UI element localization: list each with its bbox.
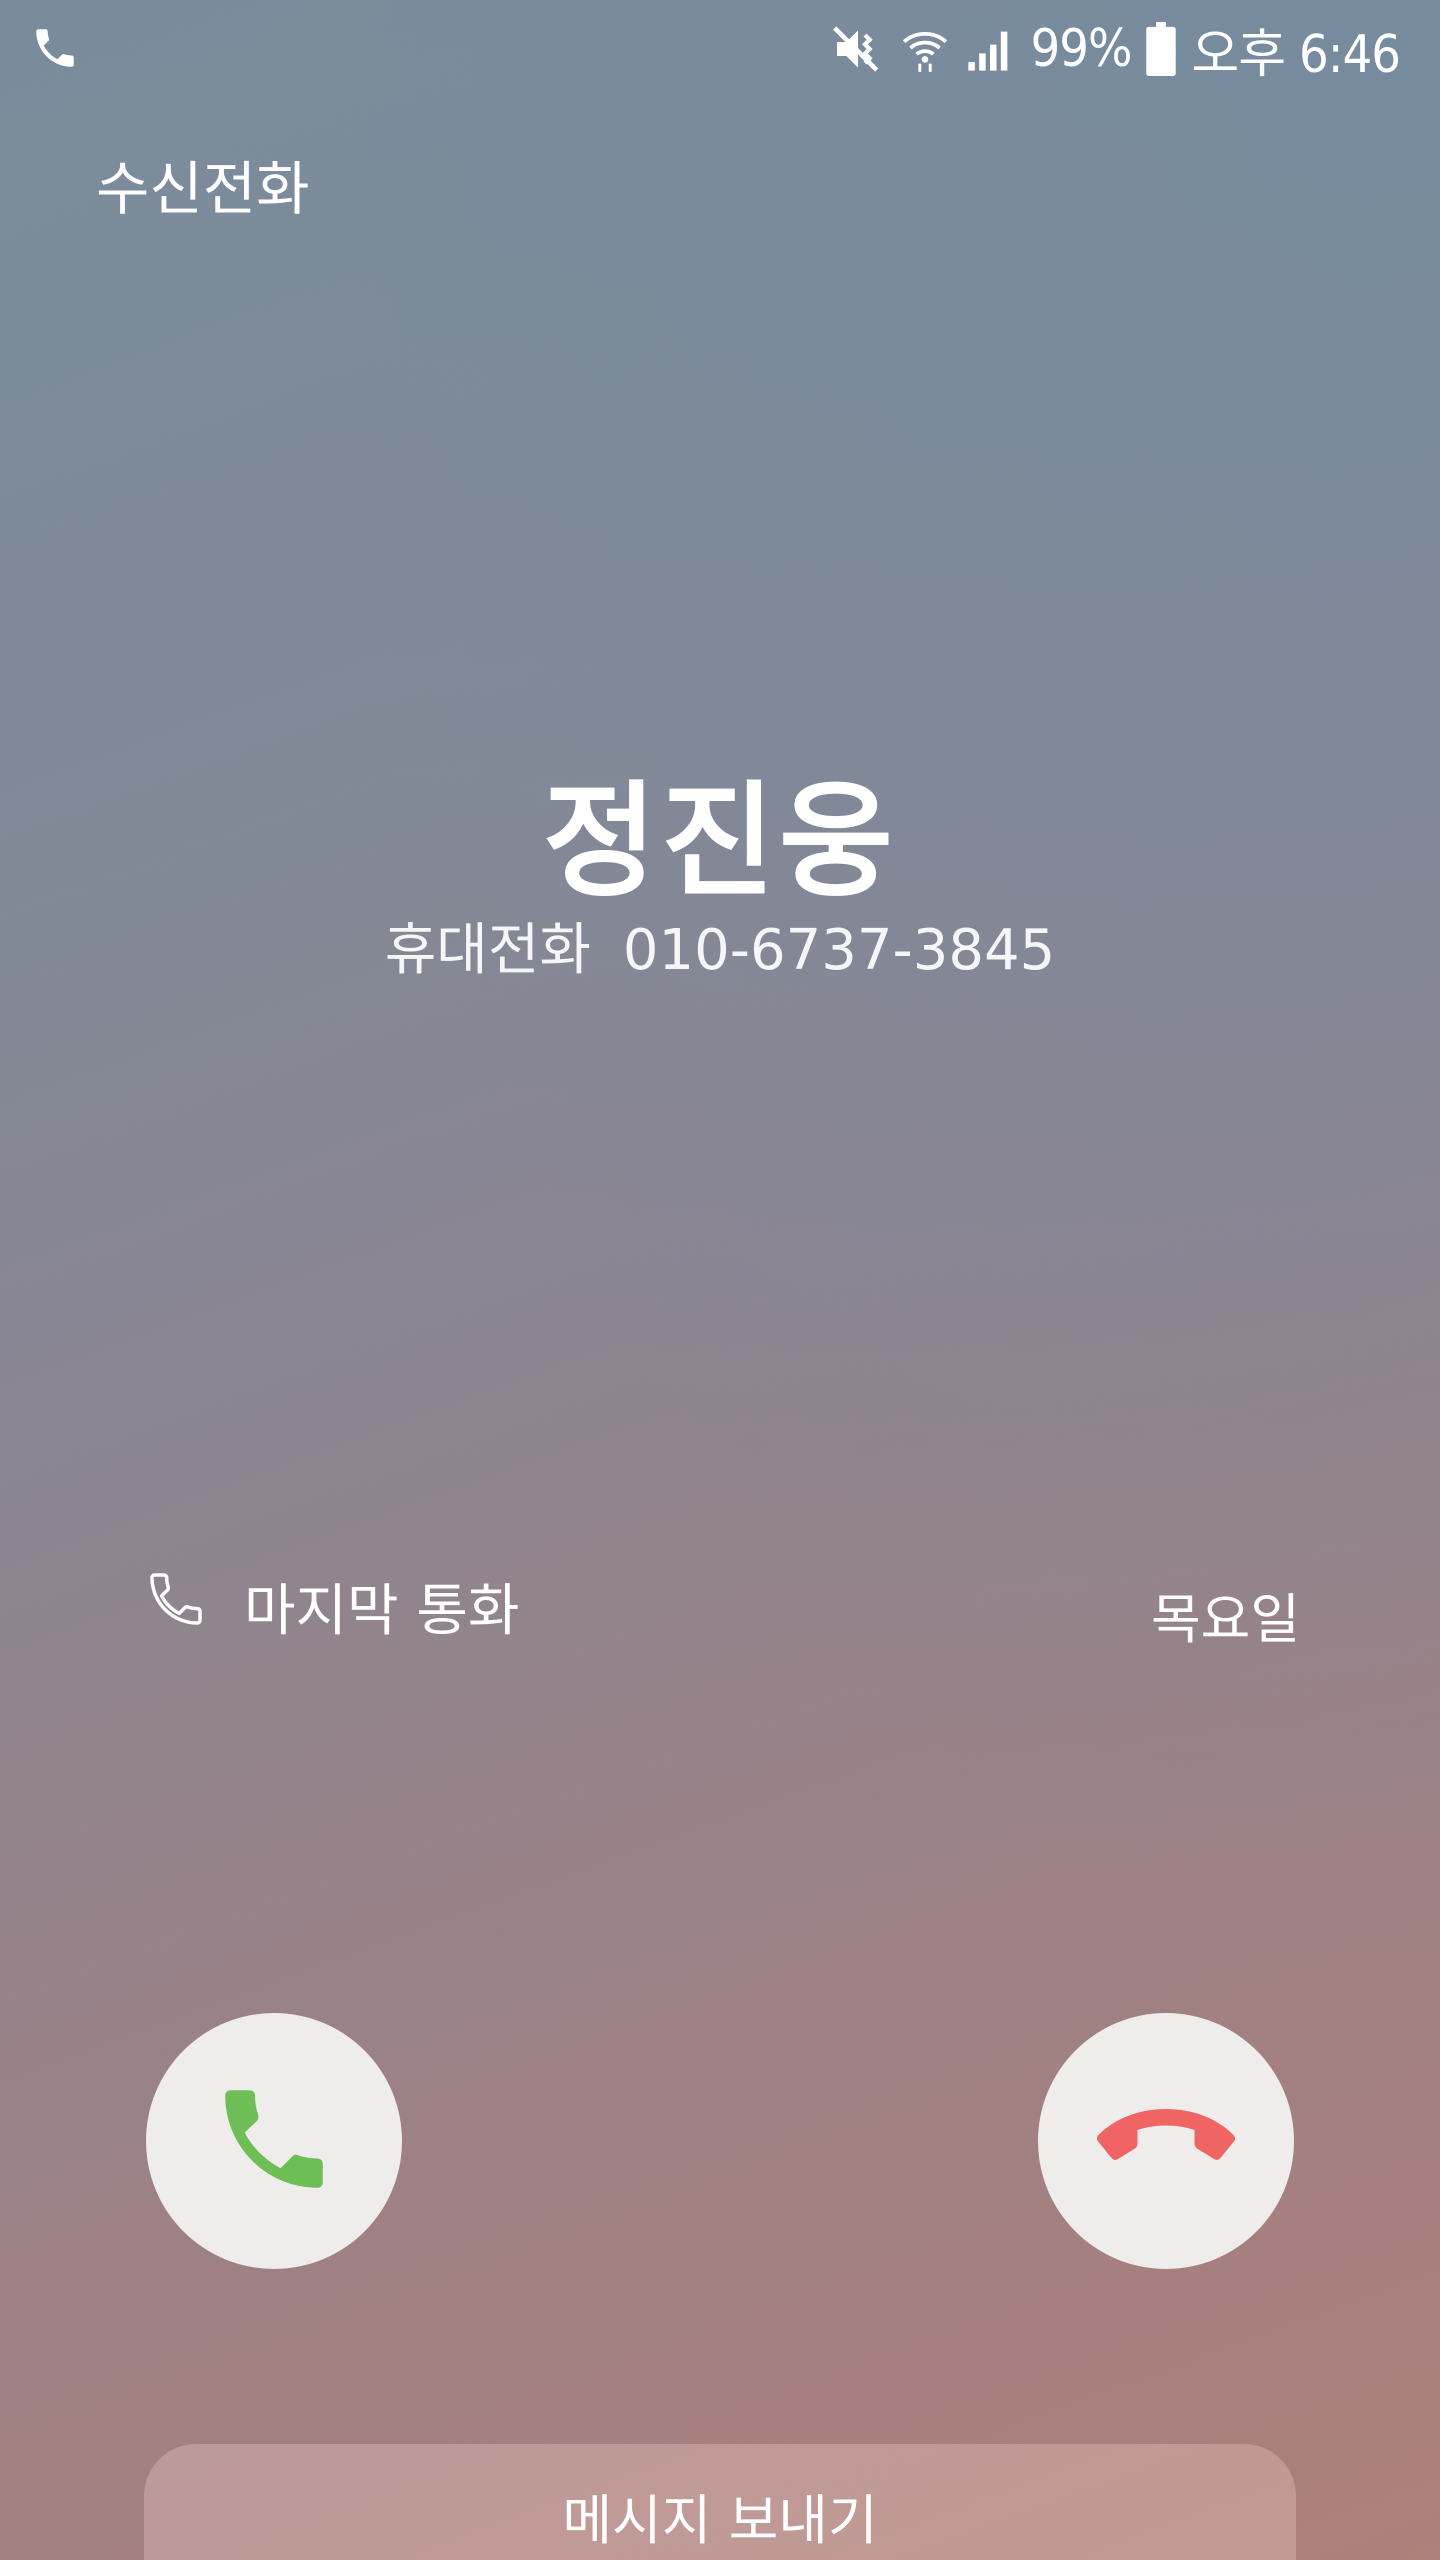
battery-percent: 99%	[1030, 19, 1132, 79]
phone-icon	[30, 20, 80, 76]
decline-call-button[interactable]	[1038, 2013, 1294, 2269]
accept-call-button[interactable]	[146, 2013, 402, 2269]
send-message-button[interactable]: 메시지 보내기	[144, 2444, 1296, 2560]
battery-icon	[1145, 22, 1177, 76]
caller-number-type: 휴대전화	[384, 918, 591, 983]
caller-number-line: 휴대전화 010-6737-3845	[0, 905, 1440, 986]
last-call-day: 목요일	[1150, 1588, 1300, 1651]
mute-icon	[830, 21, 886, 77]
signal-icon	[964, 23, 1016, 75]
send-message-label: 메시지 보내기	[562, 2489, 878, 2552]
phone-accept-icon	[209, 2074, 339, 2208]
last-call: 마지막 통화	[144, 1567, 519, 1645]
phone-outline-icon	[144, 1567, 208, 1645]
status-right-group: 99% 오후 6:46	[830, 14, 1401, 85]
clock: 오후 6:46	[1191, 24, 1401, 85]
wifi-icon	[900, 21, 950, 77]
status-bar: 99% 오후 6:46	[0, 0, 1440, 96]
screen-title: 수신전화	[96, 155, 310, 223]
caller-number: 010-6737-3845	[622, 918, 1056, 983]
last-call-label: 마지막 통화	[244, 1578, 520, 1644]
caller-name: 정진웅	[542, 770, 898, 914]
phone-decline-icon	[1091, 2094, 1241, 2188]
